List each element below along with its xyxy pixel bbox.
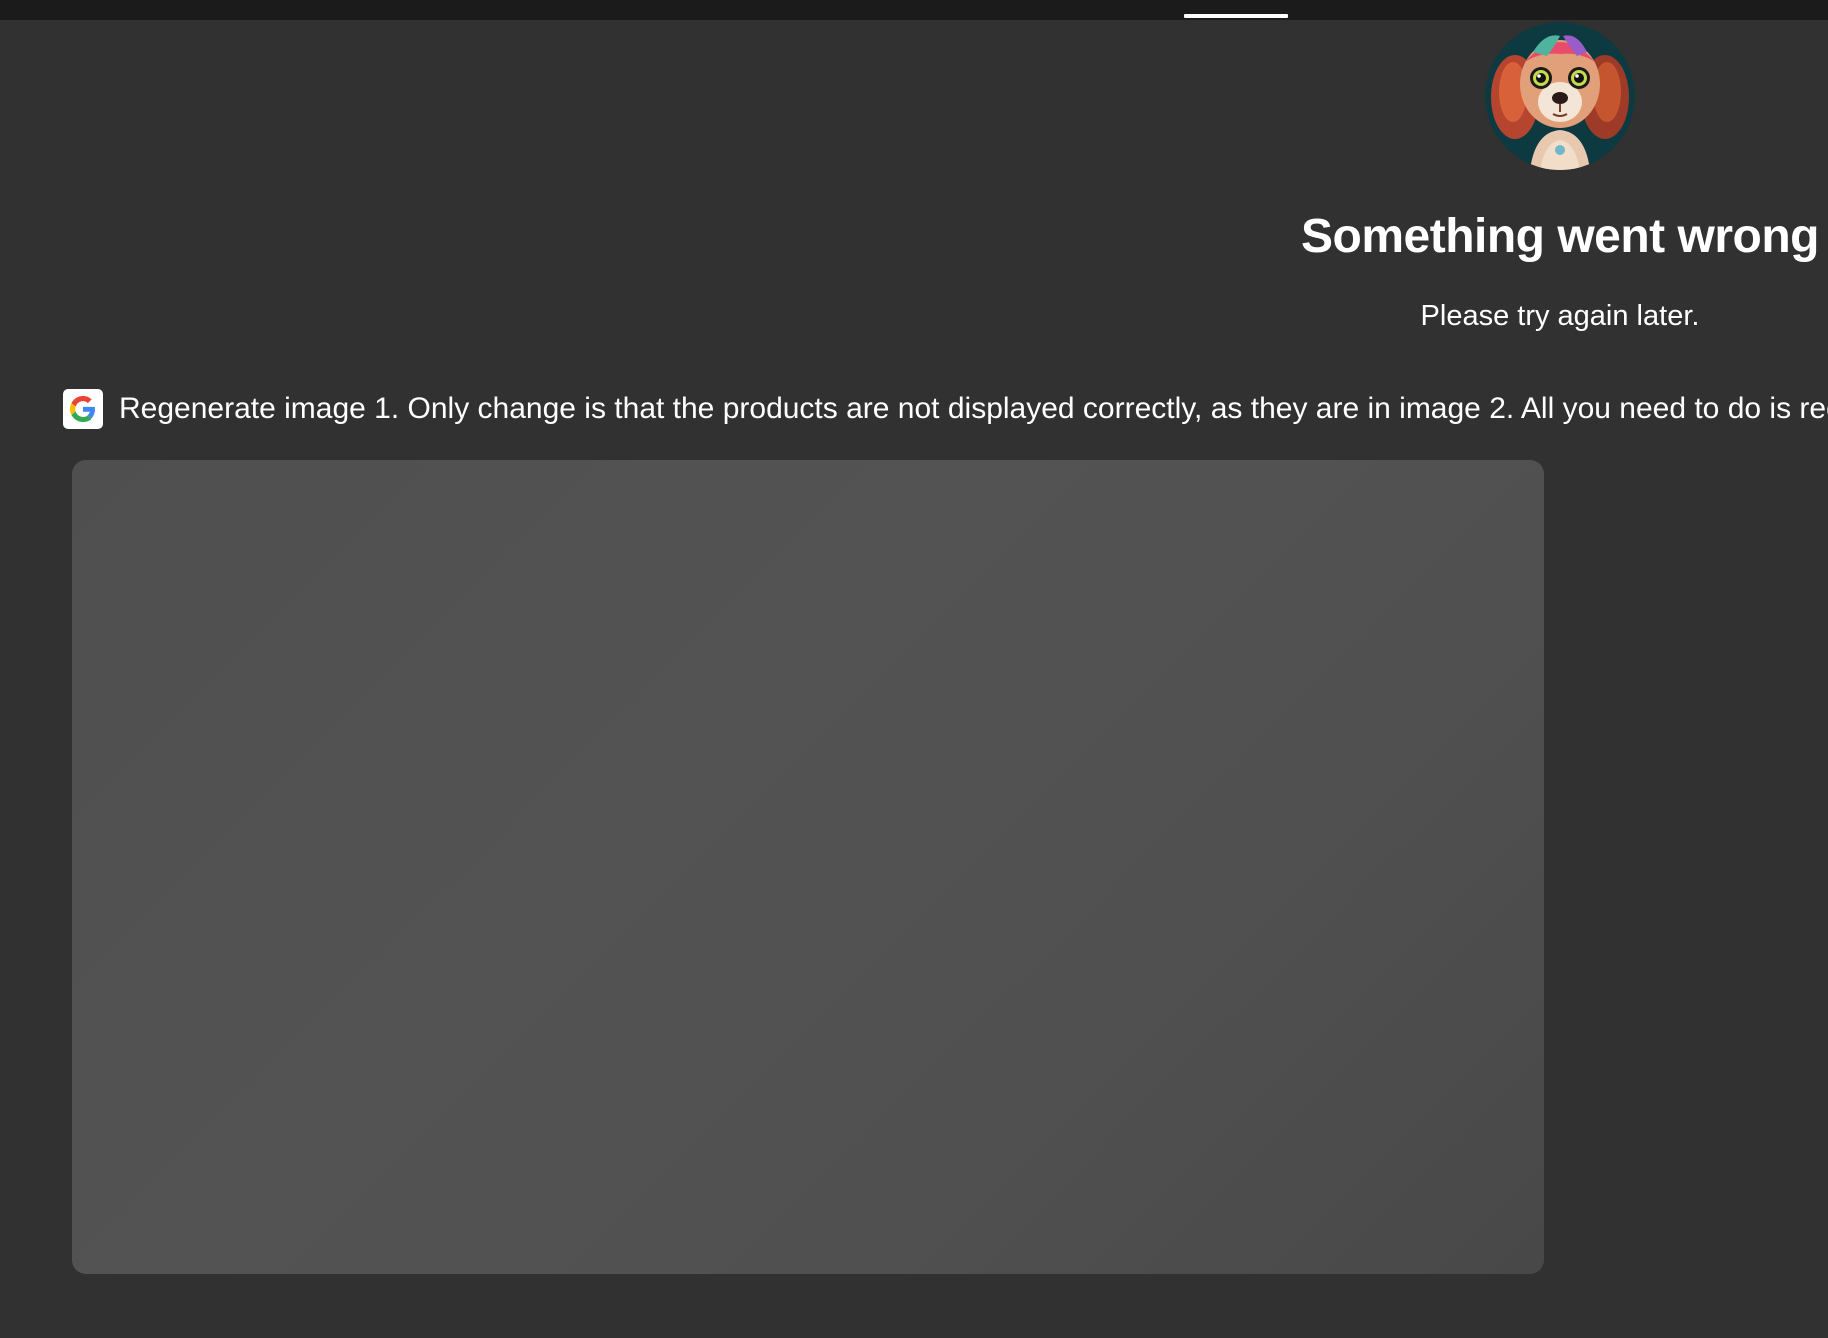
dog-avatar[interactable] <box>1485 22 1635 170</box>
google-logo <box>70 396 95 422</box>
prompt-text: Regenerate image 1. Only change is that … <box>119 392 1828 425</box>
error-message: Please try again later. <box>1420 300 1700 332</box>
active-tab-indicator <box>1184 14 1288 18</box>
google-g-icon <box>63 389 103 429</box>
top-bar <box>0 0 1828 20</box>
prompt-row: Regenerate image 1. Only change is that … <box>63 388 1828 430</box>
error-title: Something went wrong <box>1301 210 1819 263</box>
image-placeholder[interactable] <box>72 460 1544 1274</box>
dog-avatar-icon <box>1485 22 1635 170</box>
page: Something went wrong Please try again la… <box>0 0 1828 1338</box>
